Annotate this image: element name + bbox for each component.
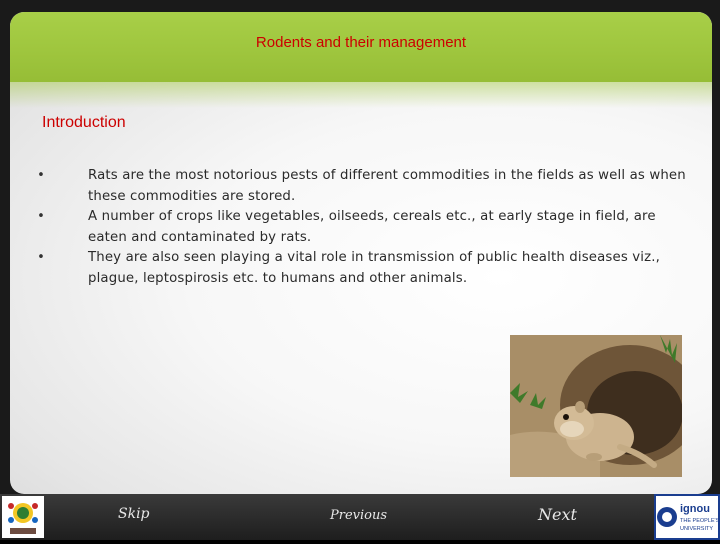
bullet-list: • Rats are the most notorious pests of d… bbox=[36, 166, 696, 289]
institute-logo bbox=[2, 496, 44, 538]
ignou-wordmark: ignou bbox=[680, 503, 710, 515]
footer-bar: Skip Previous Next bbox=[0, 494, 720, 540]
next-button[interactable]: Next bbox=[538, 505, 577, 524]
skip-button[interactable]: Skip bbox=[118, 506, 150, 522]
previous-button[interactable]: Previous bbox=[330, 508, 387, 523]
header-bar: Rodents and their management bbox=[10, 12, 712, 82]
rodent-illustration bbox=[510, 335, 682, 477]
ignou-emblem-icon: ignou THE PEOPLE'S UNIVERSITY bbox=[654, 494, 720, 540]
slide: Rodents and their management Introductio… bbox=[0, 0, 720, 540]
bullet-text: A number of crops like vegetables, oilse… bbox=[88, 209, 656, 245]
bullet-item: • A number of crops like vegetables, oil… bbox=[36, 207, 696, 248]
content-panel: Rodents and their management Introductio… bbox=[10, 12, 712, 494]
institute-emblem-icon bbox=[2, 496, 44, 538]
bullet-text: They are also seen playing a vital role … bbox=[88, 250, 661, 286]
bullet-icon: • bbox=[37, 209, 45, 224]
bullet-icon: • bbox=[37, 250, 45, 265]
rodent-photo bbox=[510, 335, 682, 477]
bullet-item: • They are also seen playing a vital rol… bbox=[36, 248, 696, 289]
bullet-text: Rats are the most notorious pests of dif… bbox=[88, 168, 686, 204]
bullet-item: • Rats are the most notorious pests of d… bbox=[36, 166, 696, 207]
bullet-icon: • bbox=[37, 168, 45, 183]
ignou-tagline-2: UNIVERSITY bbox=[680, 526, 713, 532]
header-fade bbox=[10, 82, 712, 108]
ignou-logo: ignou THE PEOPLE'S UNIVERSITY bbox=[654, 494, 720, 540]
ignou-tagline-1: THE PEOPLE'S bbox=[680, 518, 720, 524]
section-heading: Introduction bbox=[42, 114, 126, 131]
slide-title: Rodents and their management bbox=[255, 34, 467, 51]
